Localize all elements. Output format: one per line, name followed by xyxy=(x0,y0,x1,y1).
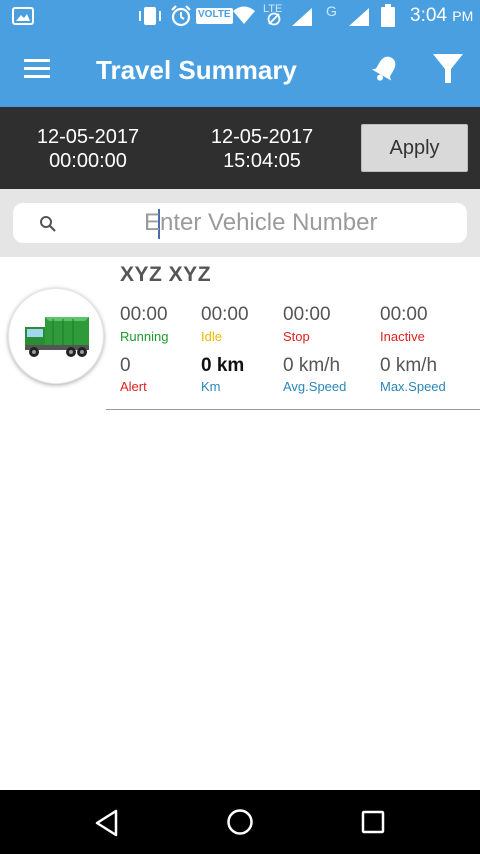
inactive-label: Inactive xyxy=(380,329,425,344)
system-navigation-bar xyxy=(0,790,480,854)
vehicle-list-item[interactable]: XYZ XYZ 00:00 Running 00:00 Idle 00:00 S… xyxy=(0,257,480,411)
km-value: 0 km xyxy=(201,355,245,376)
to-date: 12-05-2017 xyxy=(210,126,314,148)
status-bar: VOLTE LTE G 3:04 PM xyxy=(0,0,480,32)
vehicle-avatar xyxy=(8,288,104,384)
back-icon[interactable] xyxy=(94,809,120,837)
app-bar: Travel Summary xyxy=(0,32,480,107)
home-icon[interactable] xyxy=(226,808,254,836)
search-icon xyxy=(40,216,56,232)
filter-icon[interactable] xyxy=(432,52,464,86)
max-speed-label: Max.Speed xyxy=(380,379,446,394)
battery-icon xyxy=(381,4,395,27)
menu-icon[interactable] xyxy=(24,58,50,80)
inactive-value: 00:00 xyxy=(380,304,428,325)
idle-label: Idle xyxy=(201,329,222,344)
wifi-icon xyxy=(233,6,255,24)
stop-label: Stop xyxy=(283,329,310,344)
date-range-bar: 12-05-2017 00:00:00 12-05-2017 15:04:05 … xyxy=(0,107,480,189)
bell-icon[interactable] xyxy=(368,52,402,86)
signal-strength-2-icon xyxy=(349,8,369,26)
volte-badge: VOLTE xyxy=(196,8,233,24)
to-time: 15:04:05 xyxy=(223,150,301,172)
from-date: 12-05-2017 xyxy=(36,126,140,148)
clock-time: 3:04 xyxy=(410,5,447,26)
search-box[interactable] xyxy=(13,203,467,243)
alert-value: 0 xyxy=(120,355,131,376)
list-divider xyxy=(106,409,480,410)
apply-button[interactable]: Apply xyxy=(361,124,468,172)
vibrate-icon xyxy=(139,7,161,25)
km-label: Km xyxy=(201,379,221,394)
running-label: Running xyxy=(120,329,169,344)
to-date-picker[interactable]: 12-05-2017 15:04:05 xyxy=(192,125,332,173)
gallery-notification-icon xyxy=(12,7,34,25)
vehicle-number-input[interactable] xyxy=(144,207,454,239)
vehicle-name: XYZ XYZ xyxy=(120,263,212,286)
clock-ampm: PM xyxy=(452,8,474,24)
avg-speed-label: Avg.Speed xyxy=(283,379,347,394)
avg-speed-value: 0 km/h xyxy=(283,355,341,376)
alarm-icon xyxy=(171,5,191,27)
max-speed-value: 0 km/h xyxy=(380,355,438,376)
data-disabled-icon xyxy=(267,12,281,26)
search-bar xyxy=(0,189,480,257)
alert-label: Alert xyxy=(120,379,147,394)
from-time: 00:00:00 xyxy=(49,150,127,172)
idle-value: 00:00 xyxy=(201,304,249,325)
truck-icon xyxy=(25,317,89,357)
signal-strength-icon xyxy=(292,8,312,26)
running-value: 00:00 xyxy=(120,304,168,325)
clock: 3:04 PM xyxy=(410,5,473,27)
page-title: Travel Summary xyxy=(96,55,297,85)
recents-icon[interactable] xyxy=(361,810,385,834)
stop-value: 00:00 xyxy=(283,304,331,325)
g-network-label: G xyxy=(326,3,337,19)
from-date-picker[interactable]: 12-05-2017 00:00:00 xyxy=(18,125,158,173)
